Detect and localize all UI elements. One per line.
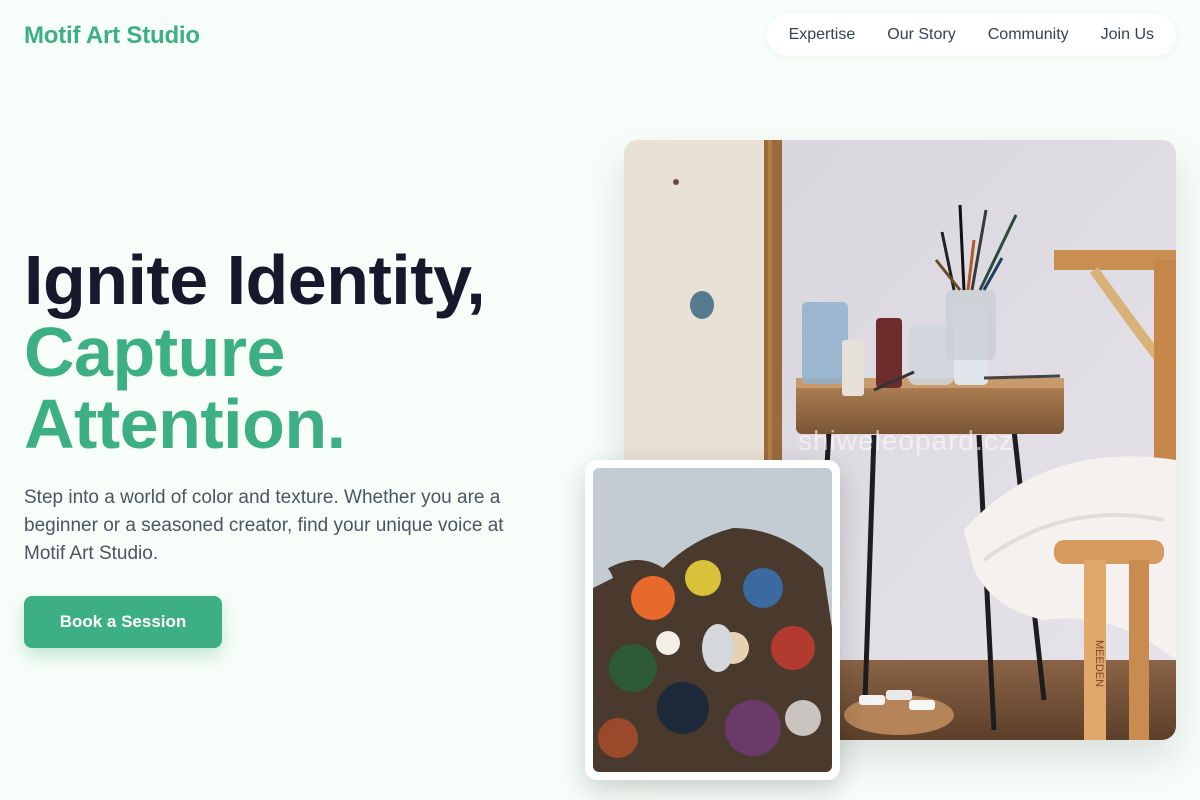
book-session-button[interactable]: Book a Session xyxy=(24,596,222,648)
nav-item-community[interactable]: Community xyxy=(988,26,1069,44)
nav-item-expertise[interactable]: Expertise xyxy=(789,26,856,44)
brand-logo[interactable]: Motif Art Studio xyxy=(24,22,200,50)
hero-headline-line-3: Attention. xyxy=(24,385,346,463)
main-nav: Expertise Our Story Community Join Us xyxy=(766,14,1176,56)
nav-item-join-us[interactable]: Join Us xyxy=(1101,26,1154,44)
stool-brand-text: MEEDEN xyxy=(1093,640,1105,687)
palette-photo xyxy=(593,468,832,772)
hero-description: Step into a world of color and texture. … xyxy=(24,487,504,564)
hero-headline-line-1: Ignite Identity, xyxy=(24,241,486,319)
nav-item-our-story[interactable]: Our Story xyxy=(887,26,955,44)
hero-headline-line-2: Capture xyxy=(24,313,285,391)
palette-photo-card xyxy=(585,460,840,780)
hero-headline: Ignite Identity, Capture Attention. xyxy=(24,241,486,463)
image-watermark: shiweleopard.cz xyxy=(798,425,1014,456)
